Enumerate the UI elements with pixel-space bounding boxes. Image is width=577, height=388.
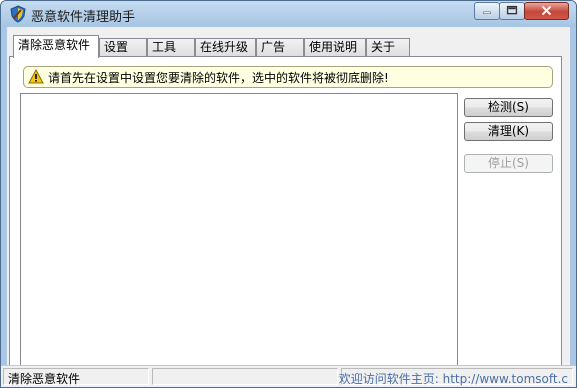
tab-label: 工具 bbox=[152, 40, 177, 54]
warning-bar: 请首先在设置中设置您要清除的软件，选中的软件将被彻底删除! bbox=[23, 66, 553, 88]
tab-about[interactable]: 关于 bbox=[366, 38, 410, 56]
warning-text: 请首先在设置中设置您要清除的软件，选中的软件将被彻底删除! bbox=[48, 71, 389, 85]
minimize-button[interactable] bbox=[474, 2, 500, 20]
status-cell bbox=[152, 368, 338, 385]
main-window: 恶意软件清理助手 清除恶意软件 设置 工具 在线升级 广告 使用说明 关于 请首… bbox=[0, 0, 577, 388]
tab-label: 关于 bbox=[371, 40, 396, 54]
malware-list[interactable] bbox=[20, 93, 458, 380]
tab-label: 清除恶意软件 bbox=[18, 38, 91, 52]
shield-broom-icon bbox=[10, 5, 26, 23]
minimize-icon bbox=[483, 11, 491, 14]
tab-settings[interactable]: 设置 bbox=[99, 38, 147, 56]
status-cell: 清除恶意软件 bbox=[3, 368, 149, 386]
tab-online-update[interactable]: 在线升级 bbox=[195, 38, 256, 56]
window-title: 恶意软件清理助手 bbox=[31, 10, 136, 25]
status-bar: 清除恶意软件 欢迎访问软件主页: http://www.tomsoft.c bbox=[1, 365, 576, 387]
clean-button[interactable]: 清理(K) bbox=[464, 122, 553, 141]
tab-help[interactable]: 使用说明 bbox=[304, 38, 366, 56]
tab-label: 使用说明 bbox=[309, 40, 358, 54]
maximize-button[interactable] bbox=[499, 2, 525, 20]
tab-ads[interactable]: 广告 bbox=[256, 38, 304, 56]
maximize-icon bbox=[506, 5, 518, 15]
tab-clean-malware[interactable]: 清除恶意软件 bbox=[13, 35, 99, 58]
tab-label: 在线升级 bbox=[200, 40, 249, 54]
detect-button[interactable]: 检测(S) bbox=[464, 98, 553, 117]
tab-tools[interactable]: 工具 bbox=[147, 38, 195, 56]
status-cell-link[interactable]: 欢迎访问软件主页: http://www.tomsoft.c bbox=[339, 368, 573, 387]
close-icon bbox=[541, 5, 552, 16]
stop-button[interactable]: 停止(S) bbox=[464, 154, 553, 173]
title-bar[interactable]: 恶意软件清理助手 bbox=[1, 1, 576, 27]
warning-icon bbox=[28, 69, 44, 84]
status-text: 清除恶意软件 bbox=[8, 372, 81, 386]
client-area: 清除恶意软件 设置 工具 在线升级 广告 使用说明 关于 请首先在设置中设置您要 bbox=[7, 27, 570, 381]
tab-label: 广告 bbox=[261, 40, 286, 54]
homepage-link[interactable]: 欢迎访问软件主页: http://www.tomsoft.c bbox=[339, 370, 568, 387]
close-button[interactable] bbox=[524, 2, 569, 20]
tab-label: 设置 bbox=[104, 40, 129, 54]
